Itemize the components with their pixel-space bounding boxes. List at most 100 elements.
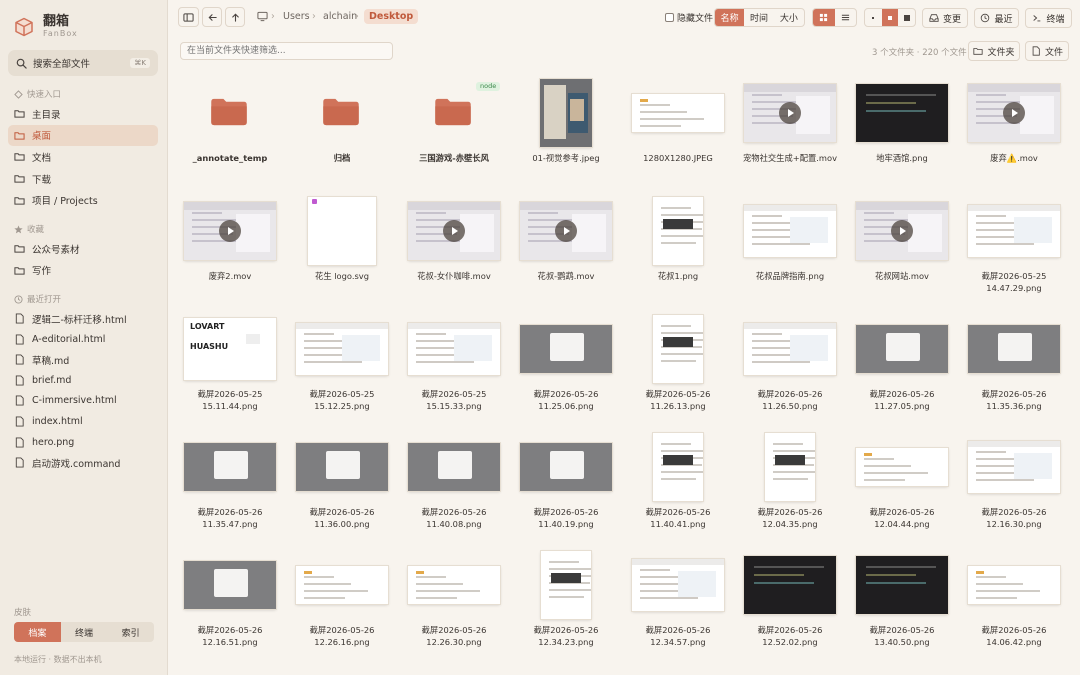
sidebar-item-quick-2[interactable]: 文档 xyxy=(8,146,158,167)
thumb-large-button[interactable] xyxy=(898,9,915,26)
file-name: 截屏2026-05-26 12.34.23.png xyxy=(533,625,599,647)
file-item[interactable]: 地牢酒馆.png xyxy=(846,74,958,192)
file-item[interactable]: 截屏2026-05-26 11.40.19.png xyxy=(510,428,622,546)
file-item[interactable]: 截屏2026-05-26 11.40.41.png xyxy=(622,428,734,546)
arrow-left-icon xyxy=(208,13,217,21)
sidebar-item-recent-7[interactable]: 启动游戏.command xyxy=(8,452,158,473)
file-thumbnail xyxy=(632,559,724,611)
terminal-button[interactable]: 终端 xyxy=(1025,8,1072,28)
file-item[interactable]: 截屏2026-05-26 11.35.47.png xyxy=(174,428,286,546)
breadcrumb-users[interactable]: Users xyxy=(283,11,310,22)
file-item[interactable]: 截屏2026-05-26 12.16.51.png xyxy=(174,546,286,664)
back-button[interactable] xyxy=(202,7,222,27)
skin-option-2[interactable]: 索引 xyxy=(107,622,154,642)
file-name: 三国游戏-赤壁长风 xyxy=(419,153,489,163)
up-button[interactable] xyxy=(225,7,245,27)
folder-item[interactable]: node 三国游戏-赤壁长风 xyxy=(398,74,510,192)
file-item[interactable]: 废弃⚠️.mov xyxy=(958,74,1070,192)
file-item[interactable]: 花叔1.png xyxy=(622,192,734,310)
sidebar-item-recent-0[interactable]: 逻辑二-标杆迁移.html xyxy=(8,308,158,329)
sidebar-item-quick-0[interactable]: 主目录 xyxy=(8,103,158,124)
file-item[interactable]: 截屏2026-05-26 13.40.50.png xyxy=(846,546,958,664)
file-item[interactable]: 截屏2026-05-26 14.06.42.png xyxy=(958,546,1070,664)
sidebar-item-recent-4[interactable]: C-immersive.html xyxy=(8,390,158,411)
file-item[interactable]: 01-视觉参考.jpeg xyxy=(510,74,622,192)
file-item[interactable]: 截屏2026-05-26 11.27.05.png xyxy=(846,310,958,428)
file-thumbnail xyxy=(408,323,500,375)
file-name: 截屏2026-05-26 11.35.36.png xyxy=(981,389,1047,411)
file-item[interactable]: 截屏2026-05-26 11.35.36.png xyxy=(958,310,1070,428)
search-all-button[interactable]: 搜索全部文件 ⌘K xyxy=(8,50,158,76)
file-icon xyxy=(15,437,24,448)
file-name: 截屏2026-05-26 11.25.06.png xyxy=(533,389,599,411)
new-folder-button[interactable]: 文件夹 xyxy=(968,41,1020,61)
sidebar-item-recent-1[interactable]: A-editorial.html xyxy=(8,329,158,350)
sidebar-item-favorite-1[interactable]: 写作 xyxy=(8,260,158,281)
skin-option-0[interactable]: 档案 xyxy=(14,622,61,642)
file-item[interactable]: 截屏2026-05-26 11.36.00.png xyxy=(286,428,398,546)
toggle-sidebar-button[interactable] xyxy=(178,7,199,27)
search-icon xyxy=(16,58,27,69)
file-item[interactable]: 截屏2026-05-26 11.40.08.png xyxy=(398,428,510,546)
sidebar-item-favorite-0[interactable]: 公众号素材 xyxy=(8,238,158,259)
file-item[interactable]: 截屏2026-05-26 12.26.30.png xyxy=(398,546,510,664)
file-item[interactable]: 截屏2026-05-25 15.12.25.png xyxy=(286,310,398,428)
file-item[interactable]: 截屏2026-05-26 12.34.57.png xyxy=(622,546,734,664)
folder-item[interactable]: 归档 xyxy=(286,74,398,192)
folder-item[interactable]: _annotate_temp xyxy=(174,74,286,192)
file-item[interactable]: LOVART HUASHU 截屏2026-05-25 15.11.44.png xyxy=(174,310,286,428)
thumb-small-button[interactable] xyxy=(865,9,882,26)
list-view-button[interactable] xyxy=(835,9,857,26)
sidebar-item-quick-1[interactable]: 桌面 xyxy=(8,124,158,146)
filter-input[interactable] xyxy=(180,42,393,60)
sidebar-item-quick-4[interactable]: 项目 / Projects xyxy=(8,190,158,211)
changes-button[interactable]: 变更 xyxy=(922,8,968,28)
sort-option-2[interactable]: 大小 xyxy=(774,9,804,26)
thumb-medium-button[interactable] xyxy=(881,9,899,26)
sidebar-item-quick-3[interactable]: 下载 xyxy=(8,168,158,189)
file-item[interactable]: 截屏2026-05-25 14.47.29.png xyxy=(958,192,1070,310)
hidden-files-checkbox[interactable] xyxy=(665,13,674,22)
file-item[interactable]: 花叔品牌指南.png xyxy=(734,192,846,310)
file-item[interactable]: 宠物社交生成+配置.mov xyxy=(734,74,846,192)
file-thumbnail xyxy=(296,566,388,604)
sidebar-item-recent-5[interactable]: index.html xyxy=(8,411,158,432)
file-item[interactable]: 截屏2026-05-26 11.26.13.png xyxy=(622,310,734,428)
file-item[interactable]: 花生 logo.svg xyxy=(286,192,398,310)
recent-title: 最近打开 xyxy=(14,293,61,305)
file-name: 废弃⚠️.mov xyxy=(990,153,1038,163)
new-file-button[interactable]: 文件 xyxy=(1025,41,1069,61)
file-item[interactable]: 截屏2026-05-26 12.52.02.png xyxy=(734,546,846,664)
file-item[interactable]: 截屏2026-05-26 12.04.44.png xyxy=(846,428,958,546)
file-item[interactable]: 截屏2026-05-26 12.34.23.png xyxy=(510,546,622,664)
computer-icon xyxy=(257,11,268,22)
file-item[interactable]: 花叔-鹦鹉.mov xyxy=(510,192,622,310)
file-item[interactable]: 花叔-女仆咖啡.mov xyxy=(398,192,510,310)
file-item[interactable]: 截屏2026-05-26 11.25.06.png xyxy=(510,310,622,428)
file-item[interactable]: 截屏2026-05-26 11.26.50.png xyxy=(734,310,846,428)
sort-option-1[interactable]: 时间 xyxy=(744,9,773,26)
file-item[interactable]: 截屏2026-05-25 15.15.33.png xyxy=(398,310,510,428)
hidden-files-toggle[interactable]: 隐藏文件 xyxy=(665,11,713,24)
file-item[interactable]: 截屏2026-05-26 12.04.35.png xyxy=(734,428,846,546)
file-icon xyxy=(15,457,24,468)
file-name: 截屏2026-05-26 11.40.08.png xyxy=(421,507,487,529)
breadcrumb-current[interactable]: Desktop xyxy=(364,9,419,24)
file-item[interactable]: 废弃2.mov xyxy=(174,192,286,310)
recent-button[interactable]: 最近 xyxy=(974,8,1019,28)
file-name: 地牢酒馆.png xyxy=(876,153,928,163)
file-name: 花叔网站.mov xyxy=(875,271,929,281)
skin-option-1[interactable]: 终端 xyxy=(61,622,108,642)
folder-thumbnail xyxy=(210,98,250,128)
file-icon xyxy=(15,395,24,406)
grid-view-button[interactable] xyxy=(813,9,835,26)
sidebar-item-recent-3[interactable]: brief.md xyxy=(8,370,158,391)
breadcrumb-alchain[interactable]: alchain xyxy=(323,11,357,22)
sort-option-0[interactable]: 名称 xyxy=(715,9,745,26)
file-item[interactable]: 1280X1280.JPEG xyxy=(622,74,734,192)
sidebar-item-recent-2[interactable]: 草稿.md xyxy=(8,349,158,370)
sidebar-item-recent-6[interactable]: hero.png xyxy=(8,432,158,453)
file-item[interactable]: 截屏2026-05-26 12.26.16.png xyxy=(286,546,398,664)
file-item[interactable]: 截屏2026-05-26 12.16.30.png xyxy=(958,428,1070,546)
file-item[interactable]: 花叔网站.mov xyxy=(846,192,958,310)
